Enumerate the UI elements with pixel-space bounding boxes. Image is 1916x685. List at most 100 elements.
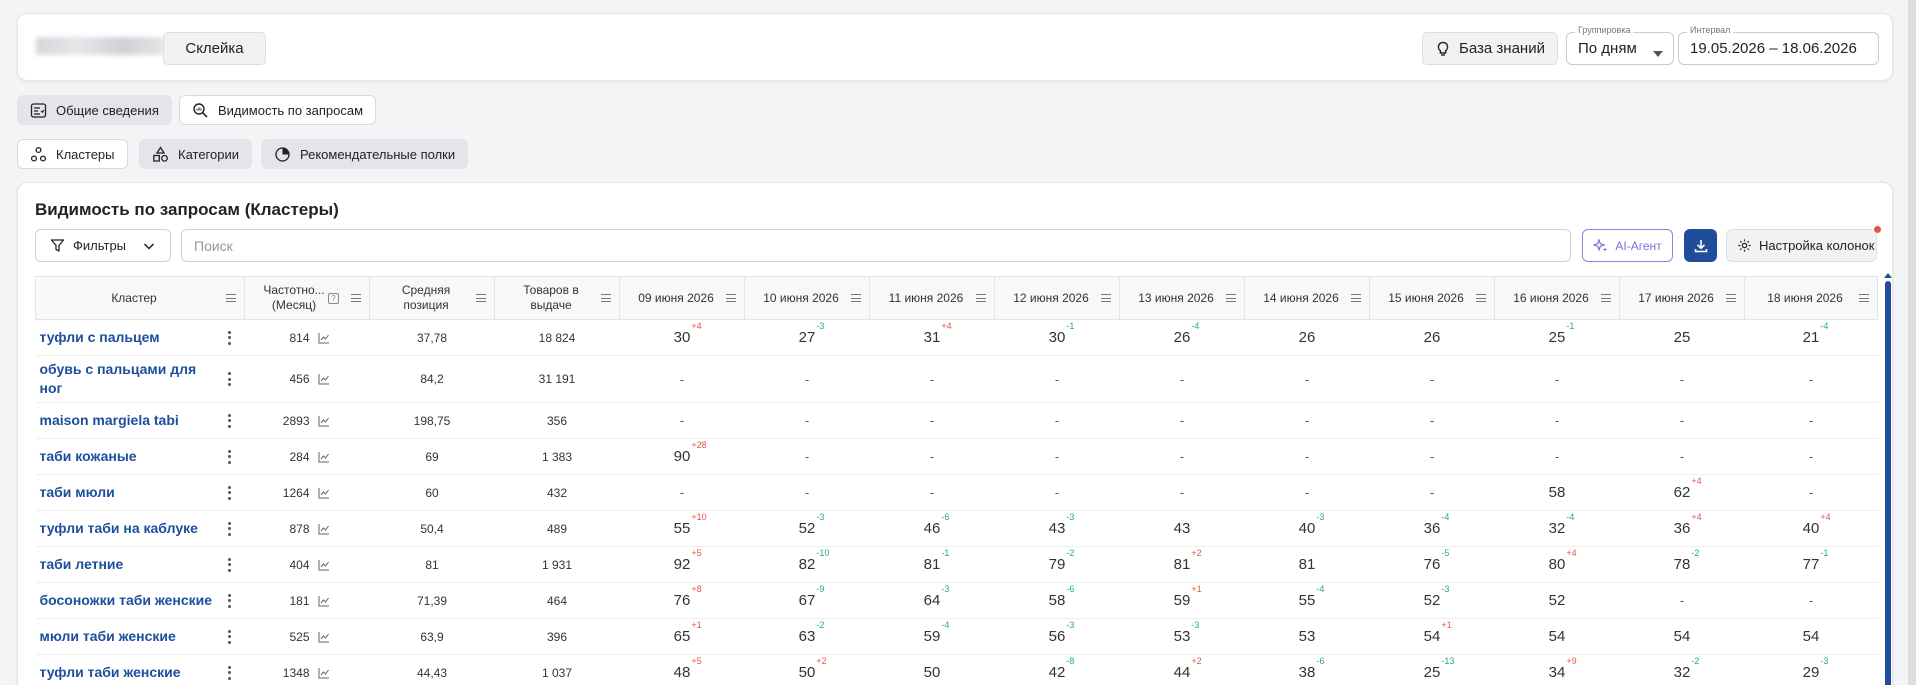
column-menu-icon[interactable]	[601, 294, 611, 302]
cluster-link[interactable]: таби летние	[40, 555, 245, 574]
column-menu-icon[interactable]	[851, 294, 861, 302]
column-menu-icon[interactable]	[1226, 294, 1236, 302]
cluster-link[interactable]: таби кожаные	[40, 447, 245, 466]
help-icon[interactable]: ?	[328, 293, 339, 304]
cluster-link[interactable]: туфли с пальцем	[40, 328, 245, 347]
filters-button[interactable]: Фильтры	[35, 229, 171, 262]
column-header[interactable]: 10 июня 2026	[744, 276, 870, 320]
column-header[interactable]: 12 июня 2026	[994, 276, 1120, 320]
more-vertical-icon[interactable]	[227, 372, 231, 386]
column-menu-icon[interactable]	[1351, 294, 1361, 302]
column-header[interactable]: Товаров в выдаче	[494, 276, 620, 320]
cluster-link[interactable]: босоножки таби женские	[40, 591, 245, 610]
more-vertical-icon[interactable]	[227, 593, 231, 608]
trend-chart-icon[interactable]	[318, 631, 330, 643]
more-vertical-icon[interactable]	[227, 413, 231, 428]
avg-position-cell: 198,75	[369, 402, 495, 439]
more-vertical-icon[interactable]	[227, 485, 231, 500]
column-menu-icon[interactable]	[1601, 294, 1611, 302]
day-position-cell: 52 -3	[1369, 582, 1495, 619]
trend-chart-icon[interactable]	[318, 667, 330, 679]
cluster-link[interactable]: туфли таби на каблуке	[40, 519, 245, 538]
day-position-cell: -	[1619, 402, 1745, 439]
column-menu-icon[interactable]	[976, 294, 986, 302]
position-value-wrap: 53	[1299, 628, 1316, 645]
position-value: 52	[1423, 592, 1441, 609]
column-header[interactable]: 11 июня 2026	[869, 276, 995, 320]
column-header[interactable]: Частотно... (Месяц)?	[244, 276, 370, 320]
merge-button[interactable]: Склейка	[163, 32, 266, 65]
download-button[interactable]	[1684, 229, 1717, 262]
position-value-wrap: -	[1680, 371, 1684, 388]
table-row: мюли таби женские 525 63,9 396 65 +1 63 -2 59 -4 5…	[35, 618, 1878, 655]
column-menu-icon[interactable]	[726, 294, 736, 302]
day-position-cell: 59 -4	[869, 618, 995, 655]
position-value-wrap: 25 -1	[1549, 321, 1575, 346]
more-vertical-icon[interactable]	[227, 629, 231, 644]
more-vertical-icon[interactable]	[227, 330, 231, 345]
trend-chart-icon[interactable]	[318, 523, 330, 535]
page-scrollbar[interactable]	[1908, 0, 1916, 685]
vertical-scrollbar[interactable]	[1885, 281, 1891, 685]
column-header-label: 12 июня 2026	[1013, 290, 1089, 305]
tab-clusters[interactable]: Кластеры	[17, 139, 128, 169]
position-value: -	[1808, 593, 1814, 608]
interval-field[interactable]: Интервал 19.05.2026 – 18.06.2026	[1678, 25, 1879, 65]
tab-categories[interactable]: Категории	[139, 139, 252, 169]
column-menu-icon[interactable]	[351, 294, 361, 302]
grouping-select[interactable]: Группировка По дням	[1566, 25, 1674, 65]
knowledge-base-button[interactable]: База знаний	[1422, 32, 1558, 65]
position-value-wrap: 81	[1299, 556, 1316, 573]
search-input[interactable]: Поиск	[181, 229, 1571, 262]
more-vertical-icon[interactable]	[227, 449, 231, 464]
column-settings-button[interactable]: Настройка колонок	[1726, 229, 1877, 262]
column-header[interactable]: 14 июня 2026	[1244, 276, 1370, 320]
scroll-up-arrow-icon[interactable]	[1884, 273, 1892, 278]
cluster-link[interactable]: туфли таби женские	[40, 663, 245, 682]
column-menu-icon[interactable]	[476, 294, 486, 302]
cluster-link[interactable]: мюли таби женские	[40, 627, 245, 646]
cluster-link[interactable]: maison margiela tabi	[40, 411, 245, 430]
more-vertical-icon[interactable]	[227, 557, 231, 572]
column-header[interactable]: 15 июня 2026	[1369, 276, 1495, 320]
more-vertical-icon[interactable]	[227, 521, 231, 536]
tab-recommendation-shelves[interactable]: Рекомендательные полки	[261, 139, 469, 169]
day-position-cell: -	[1619, 438, 1745, 475]
trend-chart-icon[interactable]	[318, 415, 330, 427]
position-delta: -1	[1820, 548, 1829, 558]
column-header[interactable]: 09 июня 2026	[619, 276, 745, 320]
trend-chart-icon[interactable]	[318, 487, 330, 499]
trend-chart-icon[interactable]	[318, 451, 330, 463]
cluster-link[interactable]: таби мюли	[40, 483, 245, 502]
trend-chart-icon[interactable]	[318, 373, 330, 385]
position-value-wrap: 43	[1174, 520, 1191, 537]
day-position-cell: 21 -4	[1744, 319, 1878, 356]
column-header[interactable]: 18 июня 2026	[1744, 276, 1878, 320]
column-menu-icon[interactable]	[1101, 294, 1111, 302]
ai-agent-button[interactable]: AI-Агент	[1582, 229, 1673, 262]
shapes-icon	[153, 145, 168, 162]
trend-chart-icon[interactable]	[318, 332, 330, 344]
day-position-cell: -	[1244, 474, 1370, 511]
column-menu-icon[interactable]	[1859, 294, 1869, 302]
column-header[interactable]: Кластер	[35, 276, 245, 320]
day-position-cell: 25 -13	[1369, 654, 1495, 685]
tab-general-info[interactable]: Общие сведения	[17, 95, 172, 125]
column-header[interactable]: 16 июня 2026	[1494, 276, 1620, 320]
tab-query-visibility[interactable]: Видимость по запросам	[179, 95, 377, 125]
position-delta: -3	[1820, 656, 1829, 666]
position-value-wrap: 55 -4	[1299, 584, 1325, 609]
trend-chart-icon[interactable]	[318, 559, 330, 571]
column-header[interactable]: Средняя позиция	[369, 276, 495, 320]
column-header[interactable]: 17 июня 2026	[1619, 276, 1745, 320]
column-menu-icon[interactable]	[1726, 294, 1736, 302]
column-header[interactable]: 13 июня 2026	[1119, 276, 1245, 320]
more-vertical-icon[interactable]	[227, 665, 231, 680]
trend-chart-icon[interactable]	[318, 595, 330, 607]
column-menu-icon[interactable]	[226, 294, 236, 302]
day-position-cell: -	[994, 355, 1120, 403]
position-value: -	[1679, 449, 1685, 464]
position-value: -	[1054, 371, 1060, 387]
cluster-link[interactable]: обувь с пальцами для ног	[40, 360, 245, 398]
column-menu-icon[interactable]	[1476, 294, 1486, 302]
